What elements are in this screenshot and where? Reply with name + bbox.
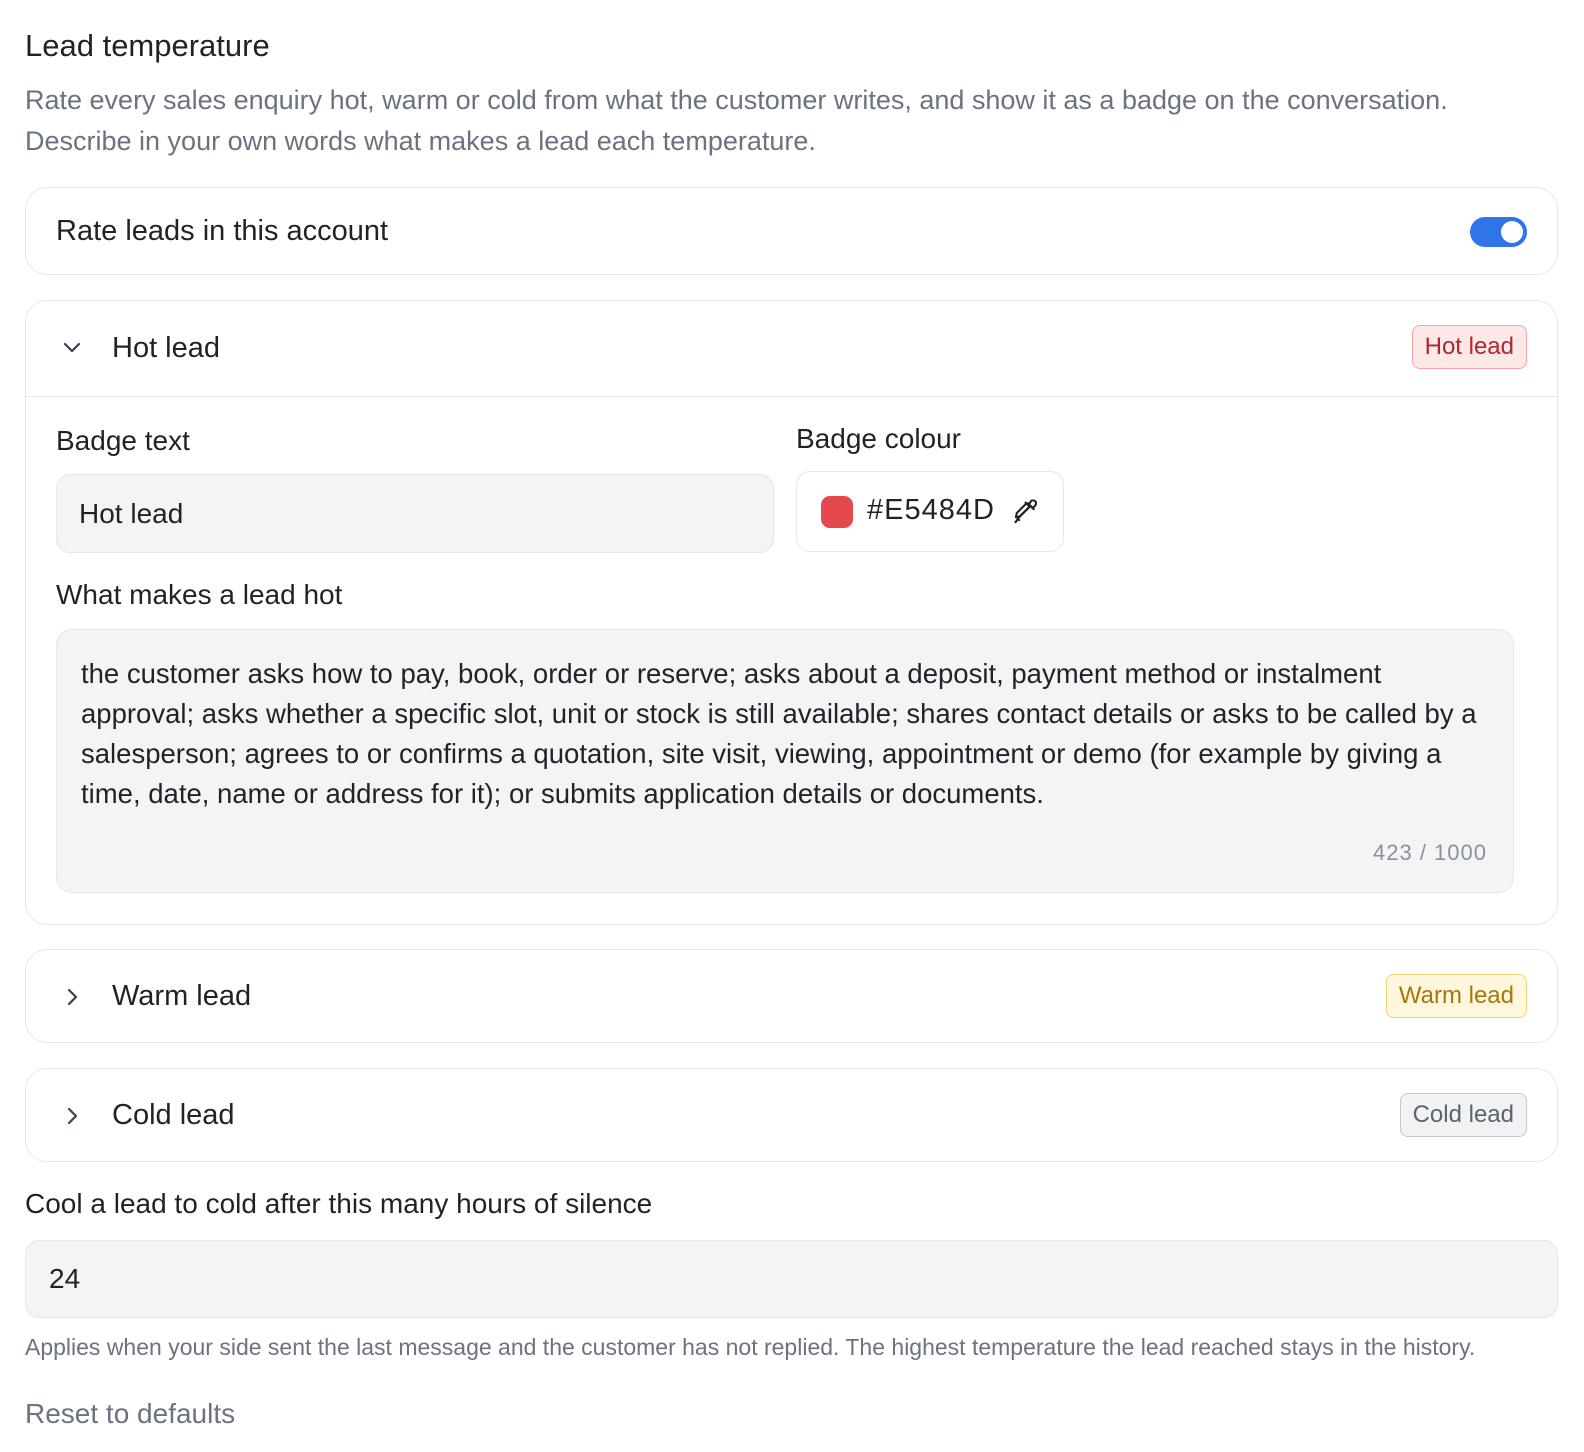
colour-swatch[interactable]	[821, 496, 853, 528]
badge-text-input[interactable]	[56, 474, 774, 553]
character-counter: 423 / 1000	[1373, 840, 1487, 865]
warm-lead-title: Warm lead	[112, 980, 252, 1012]
cold-lead-section[interactable]: Cold lead Cold lead	[25, 1068, 1558, 1162]
criteria-label: What makes a lead hot	[56, 579, 343, 610]
badge-text-label: Badge text	[56, 425, 190, 456]
cooldown-help-text: Applies when your side sent the last mes…	[25, 1334, 1476, 1360]
cooldown-hours-input[interactable]: 24	[25, 1240, 1558, 1318]
page-description: Rate every sales enquiry hot, warm or co…	[25, 85, 1448, 156]
hot-lead-header[interactable]: Hot lead Hot lead	[26, 301, 1557, 397]
cooldown-hours-label: Cool a lead to cold after this many hour…	[25, 1188, 653, 1219]
cold-lead-title: Cold lead	[112, 1099, 235, 1131]
hot-lead-title: Hot lead	[112, 332, 221, 364]
warm-lead-section[interactable]: Warm lead Warm lead	[25, 949, 1558, 1043]
reset-defaults-button[interactable]: Reset to defaults	[25, 1398, 235, 1430]
chevron-right-icon	[67, 988, 78, 1006]
rate-leads-card: Rate leads in this account	[25, 187, 1558, 275]
cold-lead-badge-preview: Cold lead	[1399, 1093, 1527, 1137]
hot-lead-section: Hot lead Hot lead Badge text Badge colou…	[25, 300, 1558, 925]
page-title: Lead temperature	[25, 28, 270, 63]
badge-colour-picker[interactable]: #E5484D	[796, 471, 1064, 552]
cooldown-hours-value: 24	[49, 1263, 81, 1294]
criteria-text: the customer asks how to pay, book, orde…	[81, 658, 1477, 809]
rate-leads-toggle[interactable]	[1470, 217, 1527, 247]
toggle-knob	[1501, 221, 1523, 243]
badge-colour-label: Badge colour	[796, 423, 962, 454]
warm-lead-badge-preview: Warm lead	[1385, 974, 1527, 1018]
chevron-down-icon	[63, 342, 81, 353]
criteria-textarea[interactable]: the customer asks how to pay, book, orde…	[56, 629, 1514, 893]
rate-leads-label: Rate leads in this account	[56, 215, 389, 247]
hot-lead-badge-preview: Hot lead	[1411, 325, 1527, 369]
chevron-right-icon	[67, 1107, 78, 1125]
eyedropper-icon[interactable]	[1011, 498, 1039, 526]
colour-hex-value: #E5484D	[867, 494, 995, 526]
